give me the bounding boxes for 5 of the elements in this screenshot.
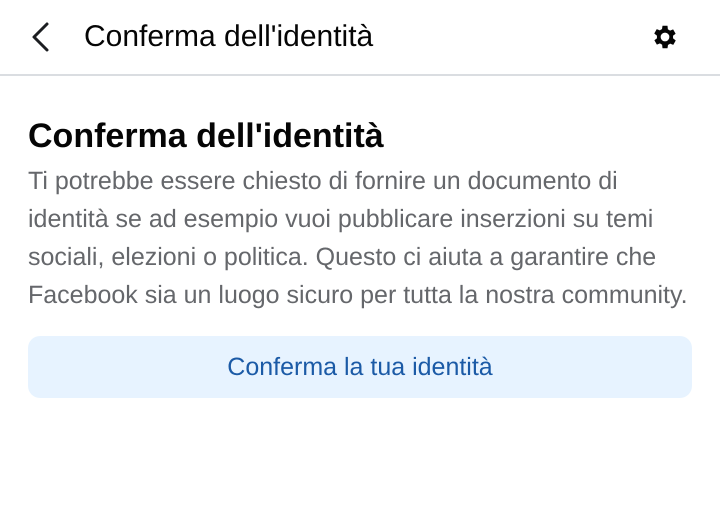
confirm-identity-button[interactable]: Conferma la tua identità: [28, 336, 692, 398]
description-text: Ti potrebbe essere chiesto di fornire un documento di identità se ad esempio vuoi pubblicare inserzioni su temi sociali, elezioni o politica. Questo ci aiuta a garantire che Facebook sia un luogo sicuro per tutta la nostra community.: [28, 166, 689, 311]
page-title: Conferma dell'identità: [84, 20, 374, 54]
back-icon[interactable]: [30, 21, 50, 53]
section-heading: Conferma dell'identità: [28, 116, 385, 157]
